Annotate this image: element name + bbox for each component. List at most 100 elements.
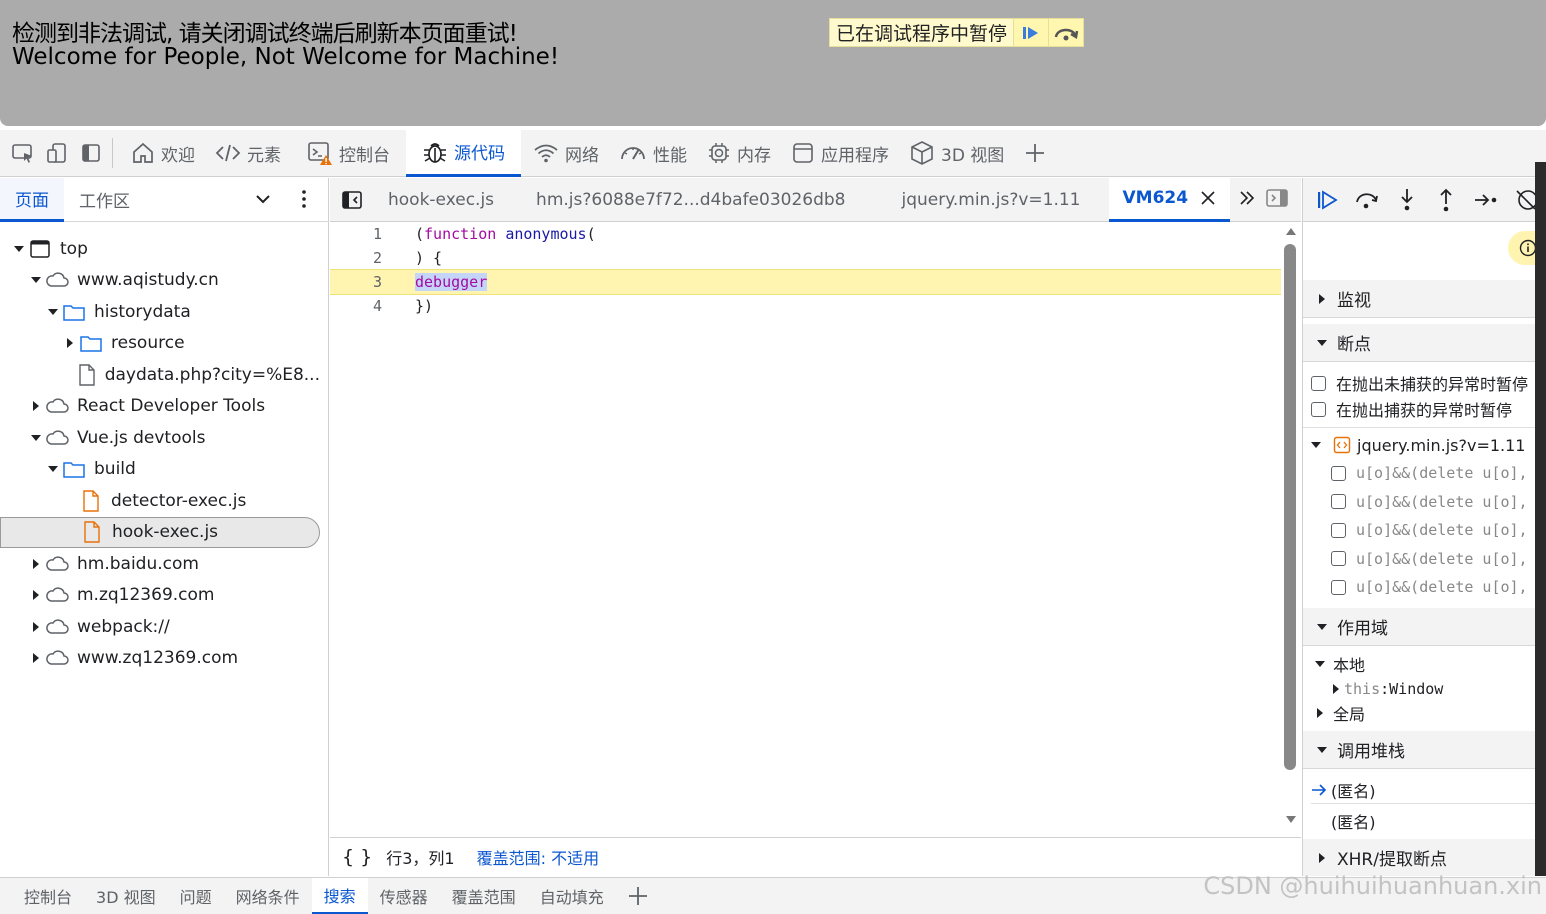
tab-elements[interactable]: 元素 <box>205 130 291 177</box>
section-xhr-breakpoints[interactable]: XHR/提取断点 <box>1303 839 1546 876</box>
navigator-overflow-button[interactable] <box>252 188 274 214</box>
step-into-button[interactable] <box>1387 178 1427 222</box>
close-icon[interactable] <box>1200 190 1216 206</box>
drawer-tab-issues[interactable]: 问题 <box>168 878 224 914</box>
section-watch[interactable]: 监视 <box>1303 280 1546 318</box>
step-over-button[interactable] <box>1048 19 1084 46</box>
scroll-down-icon[interactable] <box>1284 814 1298 826</box>
drawer-tab-search[interactable]: 搜索 <box>311 877 368 914</box>
tree-item[interactable]: build <box>0 454 320 485</box>
dock-side-button[interactable] <box>74 130 108 177</box>
expand-down-icon[interactable] <box>29 434 43 442</box>
breakpoint-item[interactable]: u[o]&&(delete u[o], <box>1331 489 1546 515</box>
checkbox[interactable] <box>1331 522 1346 538</box>
tree-item[interactable]: React Developer Tools <box>0 391 320 422</box>
tree-item[interactable]: m.zq12369.com <box>0 580 320 611</box>
toggle-navigator-button[interactable] <box>330 190 374 210</box>
editor-tab-hm-js[interactable]: hm.js?6088e7f72...d4bafe03026db8 <box>522 178 859 222</box>
drawer-tab-console[interactable]: 控制台 <box>0 878 84 914</box>
tree-item[interactable]: hm.baidu.com <box>0 548 320 579</box>
editor-tab-vm624[interactable]: VM624 <box>1108 177 1231 222</box>
drawer-more-button[interactable] <box>616 878 660 914</box>
checkbox[interactable] <box>1311 375 1326 391</box>
code-editor[interactable]: 1 (function anonymous( 2 ) { 3 debugger … <box>330 222 1281 836</box>
call-frame-current[interactable]: (匿名) <box>1311 776 1546 804</box>
tab-sources[interactable]: 源代码 <box>406 129 521 177</box>
coverage-status[interactable]: 覆盖范围: 不适用 <box>477 845 599 869</box>
resume-execution-button[interactable] <box>1307 178 1347 222</box>
section-call-stack[interactable]: 调用堆栈 <box>1303 731 1546 769</box>
tree-item[interactable]: www.zq12369.com <box>0 643 320 674</box>
toggle-debugger-sidebar-button[interactable] <box>1265 188 1289 212</box>
tree-item[interactable]: Vue.js devtools <box>0 422 320 453</box>
scope-this-entry[interactable]: this: Window <box>1329 676 1546 702</box>
editor-tab-hook-exec[interactable]: hook-exec.js <box>374 178 508 222</box>
more-editor-tabs-button[interactable] <box>1230 189 1264 211</box>
device-toolbar-button[interactable] <box>40 130 74 177</box>
drawer-tab-sensors[interactable]: 传感器 <box>368 878 440 914</box>
breakpoint-item[interactable]: u[o]&&(delete u[o], <box>1331 517 1546 543</box>
expand-down-icon[interactable] <box>46 308 60 316</box>
tree-item[interactable]: detector-exec.js <box>0 485 320 516</box>
drawer-tab-coverage[interactable]: 覆盖范围 <box>440 878 528 914</box>
tree-item[interactable]: webpack:// <box>0 611 320 642</box>
inspect-element-button[interactable] <box>6 130 40 177</box>
drawer-tab-network-conditions[interactable]: 网络条件 <box>224 878 312 914</box>
tab-memory[interactable]: 内存 <box>697 130 781 177</box>
expand-down-icon[interactable] <box>46 465 60 473</box>
tab-welcome[interactable]: 欢迎 <box>121 130 205 177</box>
tree-item[interactable]: resource <box>0 328 320 359</box>
navigator-menu-button[interactable] <box>298 188 310 214</box>
code-scrollbar[interactable] <box>1281 222 1301 836</box>
checkbox[interactable] <box>1311 401 1326 417</box>
tree-item[interactable]: www.aqistudy.cn <box>0 265 320 296</box>
expand-right-icon[interactable] <box>63 337 77 349</box>
drawer-tab-autofill[interactable]: 自动填充 <box>528 878 616 914</box>
tree-item[interactable]: hook-exec.js <box>0 516 320 548</box>
scrollbar-thumb[interactable] <box>1284 244 1296 770</box>
checkbox[interactable] <box>1331 551 1346 566</box>
call-frame[interactable]: (匿名) <box>1331 808 1546 834</box>
scope-local[interactable]: 本地 <box>1313 651 1546 677</box>
tab-application[interactable]: 应用程序 <box>781 130 899 177</box>
scope-global[interactable]: 全局 <box>1313 700 1546 726</box>
drawer-tab-3d-view[interactable]: 3D 视图 <box>84 878 168 914</box>
breakpoint-item[interactable]: u[o]&&(delete u[o], <box>1331 460 1546 486</box>
section-breakpoints[interactable]: 断点 <box>1303 324 1546 362</box>
breakpoint-item[interactable]: u[o]&&(delete u[o], <box>1331 546 1546 572</box>
tree-item[interactable]: daydata.php?city=%E8... <box>0 359 320 390</box>
tab-3d-view[interactable]: 3D 视图 <box>899 130 1014 177</box>
pause-uncaught-option[interactable]: 在抛出未捕获的异常时暂停 <box>1311 370 1546 396</box>
resume-button[interactable] <box>1013 19 1049 46</box>
checkbox[interactable] <box>1331 494 1346 509</box>
step-over-button[interactable] <box>1347 178 1387 222</box>
expand-right-icon[interactable] <box>29 589 43 601</box>
tab-workspace[interactable]: 工作区 <box>64 178 145 222</box>
pause-caught-option[interactable]: 在抛出捕获的异常时暂停 <box>1311 396 1546 422</box>
step-button[interactable] <box>1466 178 1506 222</box>
breakpoint-item[interactable]: u[o]&&(delete u[o], <box>1331 574 1546 600</box>
tab-console[interactable]: 控制台 <box>297 130 400 177</box>
breakpoint-file-label: jquery.min.js?v=1.11 <box>1357 435 1526 455</box>
tab-page[interactable]: 页面 <box>0 177 64 222</box>
tab-performance[interactable]: 性能 <box>609 130 697 177</box>
expand-down-icon[interactable] <box>29 276 43 284</box>
editor-tab-jquery[interactable]: jquery.min.js?v=1.11 <box>888 178 1095 222</box>
expand-right-icon[interactable] <box>29 621 43 633</box>
expand-right-icon[interactable] <box>29 400 43 412</box>
expand-down-icon[interactable] <box>12 245 26 253</box>
tree-item[interactable]: historydata <box>0 296 320 327</box>
pretty-print-button[interactable]: { } <box>342 846 372 868</box>
step-out-button[interactable] <box>1426 178 1466 222</box>
checkbox[interactable] <box>1331 579 1346 595</box>
tab-network[interactable]: 网络 <box>523 130 609 177</box>
expand-right-icon[interactable] <box>29 558 43 570</box>
breakpoint-file-row[interactable]: jquery.min.js?v=1.11 <box>1309 432 1546 458</box>
more-tabs-button[interactable] <box>1014 130 1062 177</box>
checkbox[interactable] <box>1331 465 1346 481</box>
tree-item[interactable]: top <box>0 233 320 264</box>
section-scope[interactable]: 作用域 <box>1303 608 1546 646</box>
scroll-up-icon[interactable] <box>1284 225 1298 237</box>
tree-item-label: www.zq12369.com <box>77 648 239 668</box>
expand-right-icon[interactable] <box>29 652 43 664</box>
